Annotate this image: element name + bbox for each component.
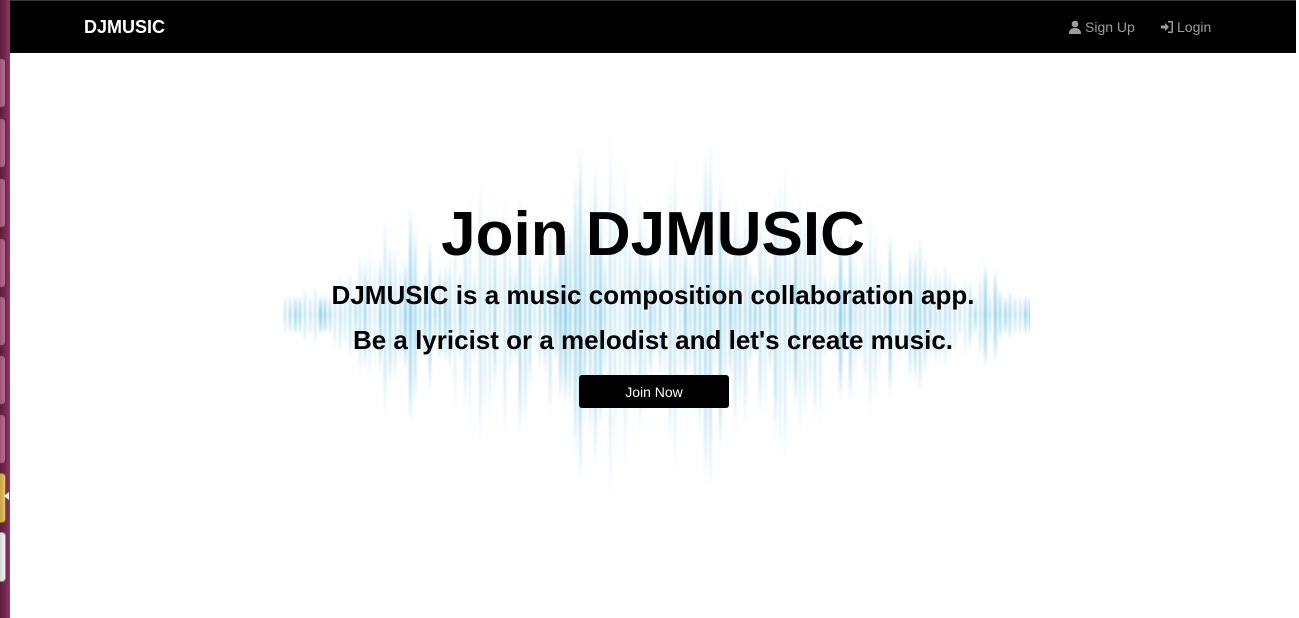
nav-login-link[interactable]: Login [1160,19,1211,35]
waveform-bar [704,143,707,487]
hero-title: Join DJMUSIC [441,200,865,269]
audio-waveform-background [284,135,1030,495]
launcher-app-slot[interactable] [0,296,6,346]
launcher-app-slot[interactable] [0,58,6,108]
launcher-app-slot[interactable] [0,355,6,405]
login-icon [1160,20,1174,34]
nav-login-label: Login [1177,19,1212,35]
user-icon [1068,20,1082,34]
hero-section: Join DJMUSIC DJMUSIC is a music composit… [10,53,1296,618]
launcher-active-arrow-icon [4,492,9,500]
hero-subtitle-line-2: Be a lyricist or a melodist and let's cr… [352,325,954,355]
hero-subtitle-line-1: DJMUSIC is a music composition collabora… [331,280,975,310]
nav-sign-up-link[interactable]: Sign Up [1068,19,1135,35]
top-navbar: DJMUSIC Sign Up Login [10,0,1296,53]
launcher-app-slot[interactable] [0,414,6,464]
launcher-app-slot[interactable] [0,118,6,168]
launcher-app-slot[interactable] [0,238,6,288]
launcher-app-slot[interactable] [0,532,6,582]
brand-logo[interactable]: DJMUSIC [84,17,165,38]
waveform-bar [609,135,612,495]
nav-sign-up-label: Sign Up [1085,19,1135,35]
join-now-button[interactable]: Join Now [579,375,729,408]
waveform-bar [709,139,712,491]
launcher-app-slot[interactable] [0,178,6,228]
